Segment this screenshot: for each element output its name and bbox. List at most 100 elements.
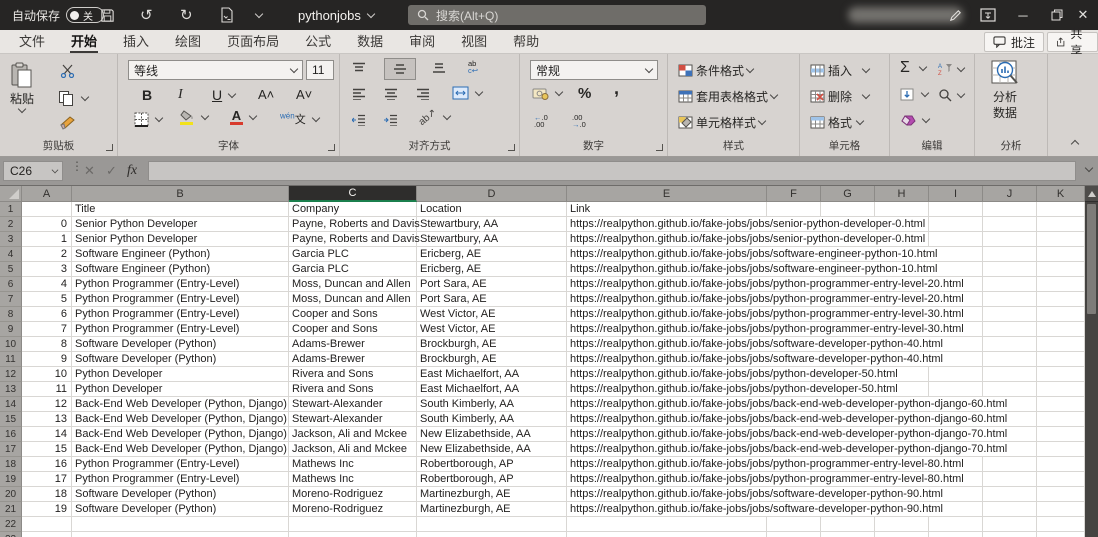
- cell-j6[interactable]: [983, 277, 1037, 292]
- share-button[interactable]: 共享: [1047, 32, 1098, 52]
- column-header-e[interactable]: E: [567, 186, 767, 202]
- grow-font-button[interactable]: A˄: [258, 87, 274, 102]
- row-header-8[interactable]: 8: [0, 307, 22, 322]
- cell-e23[interactable]: [567, 532, 767, 537]
- italic-button[interactable]: I: [178, 87, 183, 103]
- cell-b7[interactable]: Python Programmer (Entry-Level): [72, 292, 289, 307]
- align-bottom-button[interactable]: [432, 62, 446, 74]
- vertical-scrollbar[interactable]: [1085, 186, 1098, 537]
- cell-j11[interactable]: [983, 352, 1037, 367]
- tab-view[interactable]: 视图: [448, 30, 500, 54]
- cell-e8[interactable]: https://realpython.github.io/fake-jobs/j…: [567, 307, 767, 322]
- cell-b10[interactable]: Software Developer (Python): [72, 337, 289, 352]
- tab-draw[interactable]: 绘图: [162, 30, 214, 54]
- decrease-decimal-button[interactable]: .00→.0: [572, 114, 586, 128]
- cell-a2[interactable]: 0: [22, 217, 72, 232]
- cell-e18[interactable]: https://realpython.github.io/fake-jobs/j…: [567, 457, 767, 472]
- cell-f22[interactable]: [767, 517, 821, 532]
- align-top-button[interactable]: [352, 62, 366, 74]
- tab-help[interactable]: 帮助: [500, 30, 552, 54]
- cell-c3[interactable]: Payne, Roberts and Davis: [289, 232, 417, 247]
- cell-k18[interactable]: [1037, 457, 1085, 472]
- cell-k1[interactable]: [1037, 202, 1085, 217]
- cell-i13[interactable]: [929, 382, 983, 397]
- cell-e10[interactable]: https://realpython.github.io/fake-jobs/j…: [567, 337, 767, 352]
- cell-a16[interactable]: 14: [22, 427, 72, 442]
- cell-a17[interactable]: 15: [22, 442, 72, 457]
- row-header-4[interactable]: 4: [0, 247, 22, 262]
- cell-d19[interactable]: Robertborough, AP: [417, 472, 567, 487]
- cell-j1[interactable]: [983, 202, 1037, 217]
- column-header-b[interactable]: B: [72, 186, 289, 202]
- cell-e13[interactable]: https://realpython.github.io/fake-jobs/j…: [567, 382, 767, 397]
- row-header-18[interactable]: 18: [0, 457, 22, 472]
- cell-b16[interactable]: Back-End Web Developer (Python, Django): [72, 427, 289, 442]
- align-left-button[interactable]: [352, 88, 366, 100]
- row-header-13[interactable]: 13: [0, 382, 22, 397]
- cell-k3[interactable]: [1037, 232, 1085, 247]
- tab-formulas[interactable]: 公式: [292, 30, 344, 54]
- cell-a5[interactable]: 3: [22, 262, 72, 277]
- cell-c12[interactable]: Rivera and Sons: [289, 367, 417, 382]
- analyze-data-button[interactable]: 分析 数据: [991, 60, 1019, 121]
- align-right-button[interactable]: [416, 88, 430, 100]
- row-header-14[interactable]: 14: [0, 397, 22, 412]
- cell-b14[interactable]: Back-End Web Developer (Python, Django): [72, 397, 289, 412]
- cell-a12[interactable]: 10: [22, 367, 72, 382]
- cell-e11[interactable]: https://realpython.github.io/fake-jobs/j…: [567, 352, 767, 367]
- cell-d6[interactable]: Port Sara, AE: [417, 277, 567, 292]
- cell-k12[interactable]: [1037, 367, 1085, 382]
- cell-j18[interactable]: [983, 457, 1037, 472]
- cell-j3[interactable]: [983, 232, 1037, 247]
- cell-k14[interactable]: [1037, 397, 1085, 412]
- cell-c14[interactable]: Stewart-Alexander: [289, 397, 417, 412]
- cell-c11[interactable]: Adams-Brewer: [289, 352, 417, 367]
- tab-home[interactable]: 开始: [58, 30, 110, 54]
- column-header-j[interactable]: J: [983, 186, 1037, 202]
- cell-a15[interactable]: 13: [22, 412, 72, 427]
- select-all-button[interactable]: [0, 186, 22, 202]
- cell-e16[interactable]: https://realpython.github.io/fake-jobs/j…: [567, 427, 767, 442]
- cell-e21[interactable]: https://realpython.github.io/fake-jobs/j…: [567, 502, 767, 517]
- alignment-dialog-launcher[interactable]: [508, 144, 515, 151]
- cell-j4[interactable]: [983, 247, 1037, 262]
- column-header-c[interactable]: C: [289, 186, 417, 202]
- cell-k21[interactable]: [1037, 502, 1085, 517]
- comma-style-button[interactable]: ,: [614, 83, 619, 93]
- ribbon-display-options-button[interactable]: [980, 0, 996, 30]
- cell-k19[interactable]: [1037, 472, 1085, 487]
- sort-filter-button[interactable]: AZ: [938, 62, 964, 76]
- row-header-10[interactable]: 10: [0, 337, 22, 352]
- inking-button[interactable]: [948, 0, 963, 30]
- print-button[interactable]: [220, 0, 234, 30]
- cell-b15[interactable]: Back-End Web Developer (Python, Django): [72, 412, 289, 427]
- cell-e15[interactable]: https://realpython.github.io/fake-jobs/j…: [567, 412, 767, 427]
- number-format-select[interactable]: 常规: [530, 60, 658, 80]
- cell-b1[interactable]: Title: [72, 202, 289, 217]
- cell-j7[interactable]: [983, 292, 1037, 307]
- autosave-pill[interactable]: 关: [66, 7, 104, 23]
- cell-k11[interactable]: [1037, 352, 1085, 367]
- cell-c23[interactable]: [289, 532, 417, 537]
- cell-d2[interactable]: Stewartbury, AA: [417, 217, 567, 232]
- conditional-formatting-button[interactable]: 条件格式: [678, 62, 753, 79]
- redo-button[interactable]: ↻: [180, 0, 193, 30]
- row-header-3[interactable]: 3: [0, 232, 22, 247]
- cell-e2[interactable]: https://realpython.github.io/fake-jobs/j…: [567, 217, 767, 232]
- search-input[interactable]: 搜索(Alt+Q): [408, 5, 706, 25]
- cell-j23[interactable]: [983, 532, 1037, 537]
- cell-b8[interactable]: Python Programmer (Entry-Level): [72, 307, 289, 322]
- cell-k4[interactable]: [1037, 247, 1085, 262]
- row-header-15[interactable]: 15: [0, 412, 22, 427]
- cell-e7[interactable]: https://realpython.github.io/fake-jobs/j…: [567, 292, 767, 307]
- row-header-19[interactable]: 19: [0, 472, 22, 487]
- cell-d9[interactable]: West Victor, AE: [417, 322, 567, 337]
- cell-e14[interactable]: https://realpython.github.io/fake-jobs/j…: [567, 397, 767, 412]
- font-dialog-launcher[interactable]: [328, 144, 335, 151]
- cell-a7[interactable]: 5: [22, 292, 72, 307]
- tab-insert[interactable]: 插入: [110, 30, 162, 54]
- scrollbar-thumb[interactable]: [1087, 204, 1096, 314]
- cell-styles-button[interactable]: 单元格样式: [678, 114, 765, 131]
- cell-c22[interactable]: [289, 517, 417, 532]
- clear-button[interactable]: [900, 114, 929, 126]
